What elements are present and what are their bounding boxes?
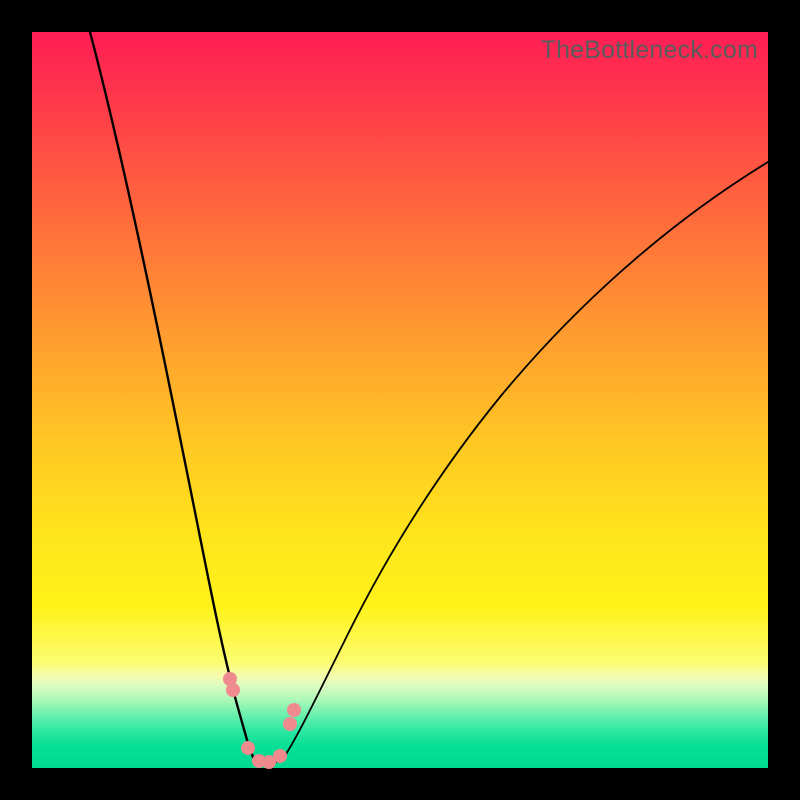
marker-dot (241, 741, 255, 755)
marker-dot (273, 749, 287, 763)
marker-group (223, 672, 301, 769)
plot-area: TheBottleneck.com (32, 32, 768, 768)
marker-dot (287, 703, 301, 717)
chart-svg (32, 32, 768, 768)
curve-right-branch (286, 162, 768, 754)
curve-left-branch (90, 32, 253, 757)
chart-frame: TheBottleneck.com (0, 0, 800, 800)
marker-dot (226, 683, 240, 697)
marker-dot (283, 717, 297, 731)
